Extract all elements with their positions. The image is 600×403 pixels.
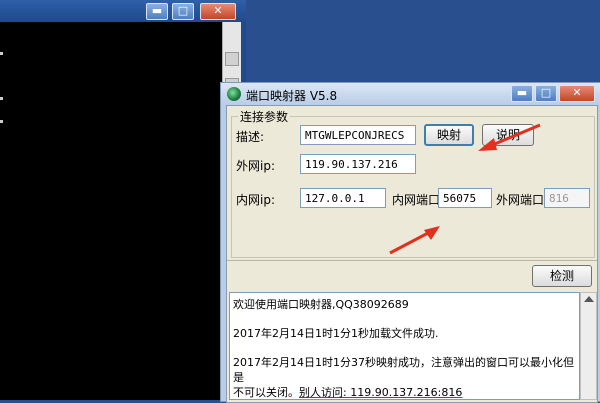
group-title: 连接参数 xyxy=(238,108,291,125)
ext-port-input: 816 xyxy=(544,188,590,208)
log-output[interactable]: 欢迎使用端口映射器,QQ38092689 2017年2月14日1时1分1秒加载文… xyxy=(229,292,580,400)
console-window[interactable]: ▬ □ ✕ xyxy=(0,0,246,400)
log-scrollbar[interactable] xyxy=(580,292,597,400)
console-cursor-dot xyxy=(0,97,3,100)
check-button[interactable]: 检测 xyxy=(532,265,592,287)
int-ip-label: 内网ip: xyxy=(236,193,275,207)
window-title: 端口映射器 V5.8 xyxy=(246,89,338,103)
desc-input[interactable]: MTGWLEPCONJRECS xyxy=(300,125,416,145)
maximize-button[interactable]: □ xyxy=(535,85,557,102)
scroll-up-icon[interactable] xyxy=(584,296,594,302)
app-client-area: 连接参数 描述: MTGWLEPCONJRECS 映射 说明 外网ip: 119… xyxy=(226,105,598,403)
help-button[interactable]: 说明 xyxy=(482,124,534,146)
divider xyxy=(227,260,597,261)
ext-ip-input[interactable]: 119.90.137.216 xyxy=(300,154,416,174)
ext-ip-label: 外网ip: xyxy=(236,159,275,173)
port-mapper-window[interactable]: 端口映射器 V5.8 ▬ □ ✕ 连接参数 描述: MTGWLEPCONJREC… xyxy=(220,82,600,403)
int-port-label: 内网端口 xyxy=(392,193,441,207)
globe-icon xyxy=(227,87,241,101)
app-titlebar[interactable]: 端口映射器 V5.8 ▬ □ ✕ xyxy=(221,83,600,105)
log-text: 不可以关闭。 xyxy=(233,386,299,399)
log-line: 2017年2月14日1时1分1秒加载文件成功. xyxy=(233,327,439,340)
console-cursor-dot xyxy=(0,120,3,123)
close-button[interactable]: ✕ xyxy=(200,3,236,20)
int-port-input[interactable]: 56075 xyxy=(438,188,492,208)
scroll-up-icon[interactable] xyxy=(225,52,239,66)
close-button[interactable]: ✕ xyxy=(559,85,595,102)
connection-params-group: 连接参数 描述: MTGWLEPCONJRECS 映射 说明 外网ip: 119… xyxy=(231,108,595,258)
log-line: 欢迎使用端口映射器,QQ38092689 xyxy=(233,298,409,311)
minimize-button[interactable]: ▬ xyxy=(146,3,168,20)
map-button[interactable]: 映射 xyxy=(424,124,474,146)
minimize-button[interactable]: ▬ xyxy=(511,85,533,102)
console-cursor-dot xyxy=(0,52,3,55)
console-titlebar[interactable]: ▬ □ ✕ xyxy=(0,0,246,22)
desc-label: 描述: xyxy=(236,130,265,144)
log-line: 不可以关闭。别人访问: 119.90.137.216:816 xyxy=(233,385,576,400)
maximize-button[interactable]: □ xyxy=(172,3,194,20)
access-address: 别人访问: 119.90.137.216:816 xyxy=(299,386,463,399)
int-ip-input[interactable]: 127.0.0.1 xyxy=(300,188,386,208)
ext-port-label: 外网端口 xyxy=(496,193,545,207)
console-output xyxy=(0,22,222,400)
log-line: 2017年2月14日1时1分37秒映射成功，注意弹出的窗口可以最小化但是 xyxy=(233,356,574,384)
